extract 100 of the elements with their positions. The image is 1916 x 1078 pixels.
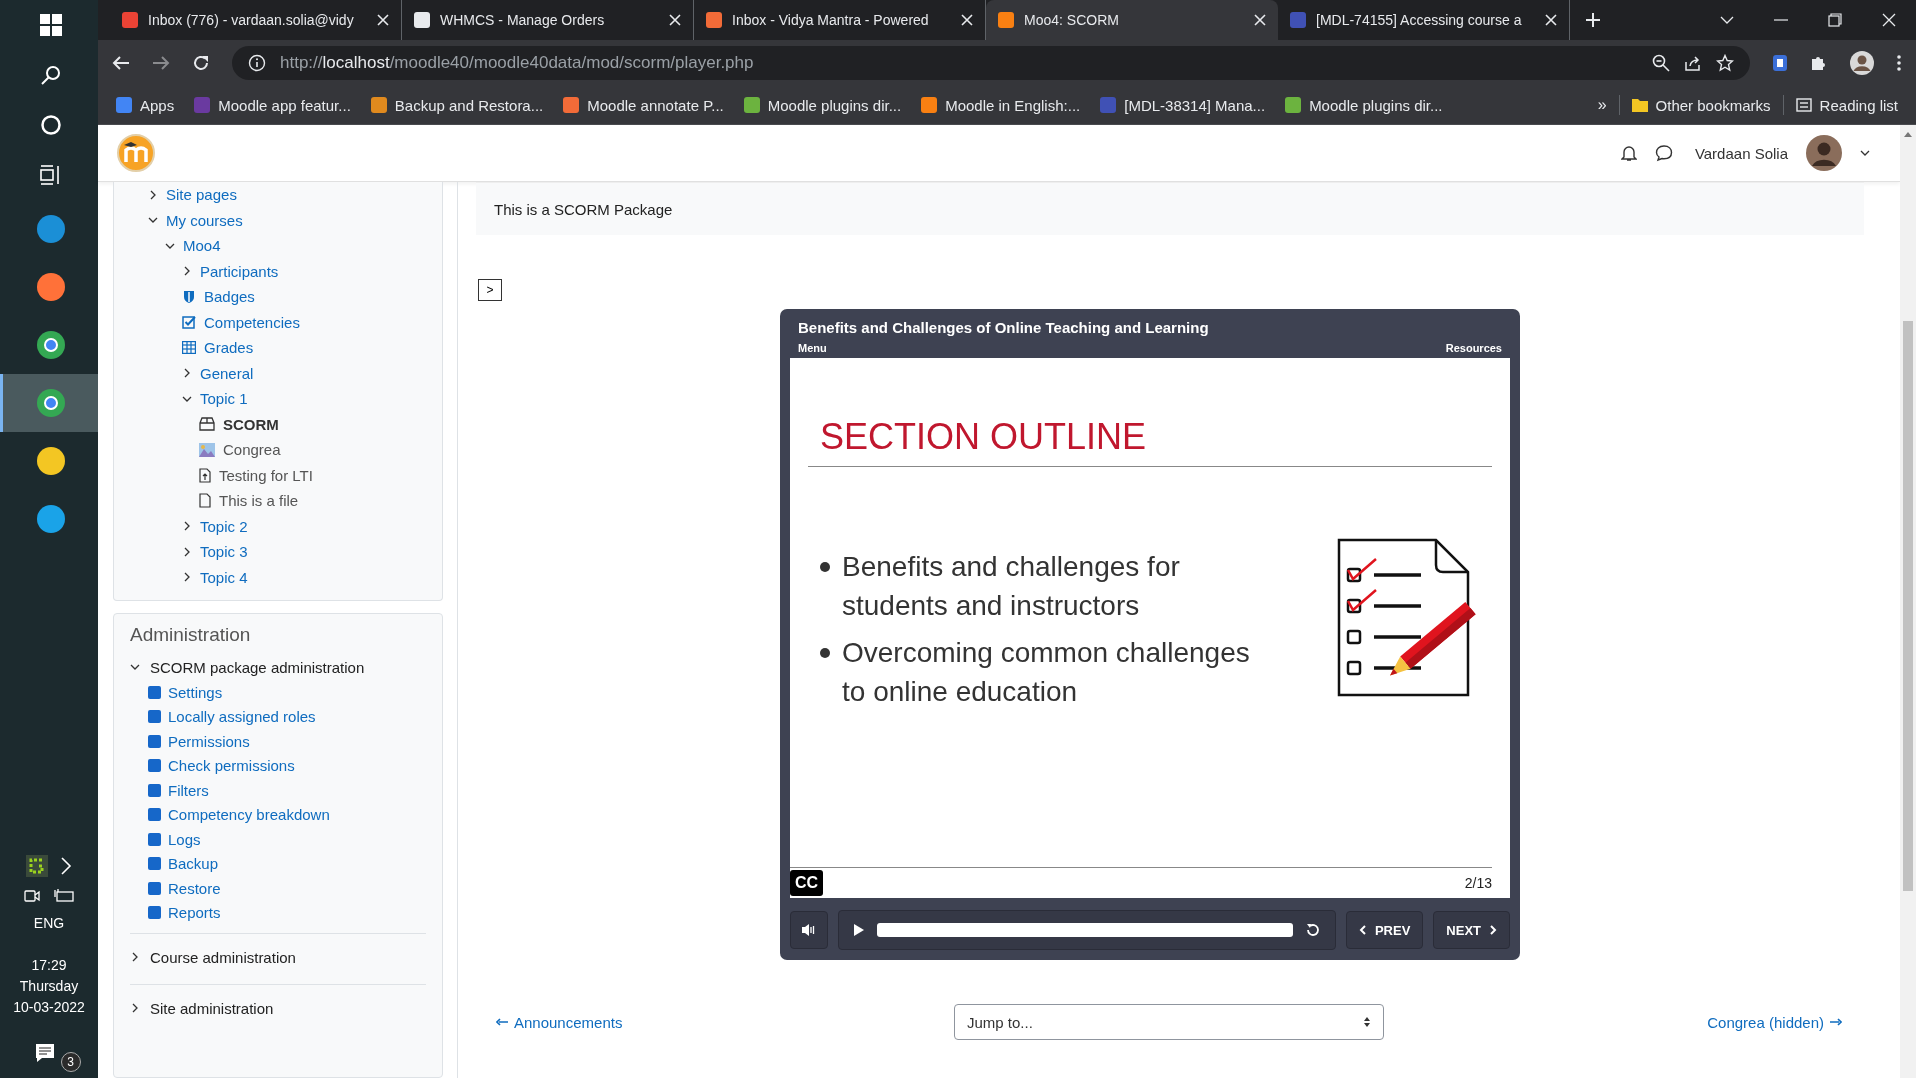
- admin-link[interactable]: Backup: [168, 855, 219, 873]
- bookmark[interactable]: [MDL-38314] Mana...: [1092, 92, 1274, 118]
- resources-link[interactable]: Resources: [1445, 342, 1502, 354]
- replay-icon[interactable]: [1304, 922, 1321, 938]
- plus-icon[interactable]: [1586, 13, 1600, 27]
- navigation-link[interactable]: Competencies: [204, 313, 300, 331]
- scrollbar[interactable]: [1900, 125, 1916, 1078]
- bookmark[interactable]: Moodle annotate P...: [555, 92, 732, 118]
- navigation-link[interactable]: Moo4: [183, 237, 221, 255]
- address-bar[interactable]: http://localhost/moodle40/moodle40data/mod/scorm/player.php: [232, 46, 1750, 80]
- navigation-link[interactable]: Topic 2: [200, 517, 248, 535]
- bookmark[interactable]: Moodle plugins dir...: [1277, 92, 1451, 118]
- toc-toggle-button[interactable]: >: [478, 279, 502, 301]
- navigation-link[interactable]: Badges: [204, 288, 255, 306]
- bookmark[interactable]: Apps: [108, 92, 183, 118]
- admin-link[interactable]: Settings: [168, 683, 223, 701]
- jump-to-select[interactable]: Jump to...: [954, 1004, 1384, 1040]
- avatar-icon[interactable]: [1850, 51, 1874, 75]
- navigation-link[interactable]: Grades: [204, 339, 254, 357]
- reading-list[interactable]: Reading list: [1787, 92, 1906, 118]
- admin-link[interactable]: Logs: [168, 830, 201, 848]
- scroll-up-icon[interactable]: [1904, 131, 1912, 137]
- bell-icon[interactable]: [1620, 144, 1637, 162]
- volume-button[interactable]: [790, 911, 828, 949]
- previous-activity-link[interactable]: Announcements: [496, 1013, 954, 1031]
- restore-icon[interactable]: [1828, 13, 1842, 27]
- close-icon[interactable]: [1545, 14, 1557, 26]
- close-icon[interactable]: [1882, 13, 1896, 27]
- section-label[interactable]: Course administration: [150, 948, 296, 966]
- captions-button[interactable]: CC: [790, 870, 824, 896]
- chevron-right-icon[interactable]: [182, 572, 192, 583]
- navigation-link[interactable]: Testing for LTI: [219, 466, 313, 484]
- prev-button[interactable]: PREV: [1345, 911, 1424, 949]
- intro-text: This is a SCORM Package: [494, 200, 673, 218]
- admin-link[interactable]: Permissions: [168, 732, 250, 750]
- reload-icon[interactable]: [192, 54, 210, 72]
- forward-icon[interactable]: [152, 55, 170, 71]
- app-icon: [34, 213, 67, 245]
- chevron-right-icon[interactable]: [60, 856, 72, 876]
- chevron-right-icon[interactable]: [182, 266, 192, 277]
- back-icon[interactable]: [112, 55, 130, 71]
- battery-icon[interactable]: [53, 888, 75, 904]
- section-label[interactable]: SCORM package administration: [150, 658, 365, 676]
- slide-heading: SECTION OUTLINE: [819, 415, 1148, 459]
- admin-link[interactable]: Competency breakdown: [168, 806, 330, 824]
- admin-link[interactable]: Reports: [168, 904, 221, 922]
- close-icon[interactable]: [377, 14, 389, 26]
- chevron-right-icon[interactable]: [182, 368, 192, 379]
- camera-icon[interactable]: [23, 887, 41, 905]
- navigation-link[interactable]: Congrea: [223, 441, 281, 459]
- next-activity-link[interactable]: Congrea (hidden): [1707, 1013, 1842, 1031]
- bookmark[interactable]: Backup and Restora...: [362, 92, 552, 118]
- moodle-logo[interactable]: [116, 133, 156, 173]
- zoom-icon[interactable]: [1652, 54, 1670, 72]
- bullet-icon: [820, 648, 830, 658]
- navigation-link[interactable]: This is a file: [219, 492, 299, 510]
- clock[interactable]: 17:29 Thursday 10-03-2022: [13, 955, 85, 1018]
- other-bookmarks[interactable]: Other bookmarks: [1623, 92, 1779, 118]
- section-label[interactable]: Site administration: [150, 999, 274, 1017]
- navigation-link[interactable]: Topic 1: [200, 390, 248, 408]
- navigation-link[interactable]: Participants: [200, 262, 279, 280]
- chevron-right-icon[interactable]: [130, 1003, 140, 1013]
- admin-link[interactable]: Restore: [168, 879, 221, 897]
- share-icon[interactable]: [1684, 54, 1702, 72]
- close-icon[interactable]: [669, 14, 681, 26]
- bookmark[interactable]: Moodle in English:...: [913, 92, 1089, 118]
- navigation-link[interactable]: Site pages: [166, 186, 237, 204]
- star-icon[interactable]: [1716, 54, 1734, 72]
- chevron-right-icon[interactable]: [130, 952, 140, 962]
- navigation-link[interactable]: General: [200, 364, 254, 382]
- puzzle-icon[interactable]: [1810, 54, 1828, 72]
- play-icon[interactable]: [853, 923, 865, 937]
- bookmark[interactable]: Moodle plugins dir...: [735, 92, 910, 118]
- navigation-link[interactable]: Topic 3: [200, 543, 248, 561]
- chevron-down-icon[interactable]: [1720, 15, 1734, 25]
- chevron-right-icon[interactable]: [148, 189, 158, 200]
- navigation-link[interactable]: SCORM: [223, 415, 279, 433]
- admin-link[interactable]: Filters: [168, 781, 209, 799]
- app-tray-icon[interactable]: [26, 855, 48, 877]
- admin-link[interactable]: Check permissions: [168, 757, 295, 775]
- admin-link[interactable]: Locally assigned roles: [168, 708, 316, 726]
- caret-icon[interactable]: [1860, 150, 1870, 156]
- chevron-right-icon[interactable]: [182, 521, 192, 532]
- chevron-down-icon[interactable]: [130, 662, 140, 672]
- extension-icon[interactable]: [1772, 54, 1788, 72]
- close-icon[interactable]: [1254, 14, 1266, 26]
- navigation-link[interactable]: Topic 4: [200, 568, 248, 586]
- navigation-link[interactable]: My courses: [166, 211, 243, 229]
- chat-icon[interactable]: [1654, 144, 1673, 162]
- next-button[interactable]: NEXT: [1433, 911, 1510, 949]
- bookmark[interactable]: Moodle app featur...: [186, 92, 359, 118]
- menu-link[interactable]: Menu: [798, 342, 827, 354]
- menu-icon[interactable]: [1896, 54, 1902, 72]
- more-bookmarks-button[interactable]: »: [1589, 92, 1615, 118]
- language-indicator[interactable]: ENG: [33, 915, 65, 931]
- chevron-right-icon[interactable]: [182, 546, 192, 557]
- user-name[interactable]: Vardaan Solia: [1694, 144, 1788, 162]
- avatar-icon[interactable]: [1806, 135, 1842, 171]
- close-icon[interactable]: [961, 14, 973, 26]
- browser-tab[interactable]: Moo4: SCORM: [986, 0, 1278, 40]
